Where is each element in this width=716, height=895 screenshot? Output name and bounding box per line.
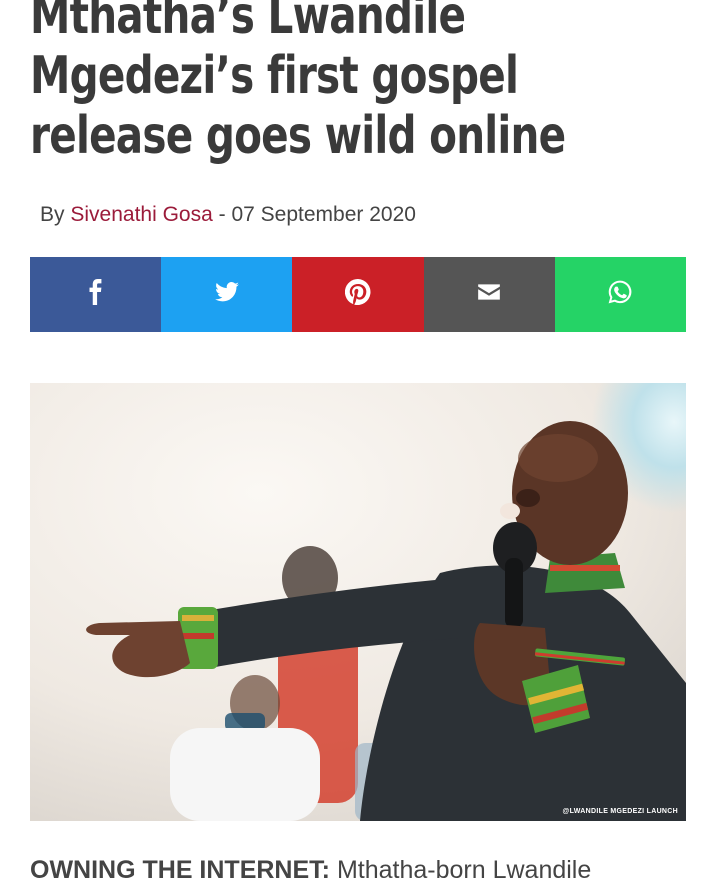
headline-line-1: Mthatha’s Lwandile: [30, 0, 466, 46]
author-link[interactable]: Sivenathi Gosa: [70, 203, 212, 226]
share-bar: [30, 257, 687, 332]
article-hero-image: @LWANDILE MGEDEZI LAUNCH: [30, 383, 686, 821]
twitter-icon: [214, 279, 240, 310]
article-lead: OWNING THE INTERNET: Mthatha-born Lwandi…: [30, 856, 591, 885]
whatsapp-icon: [607, 279, 633, 310]
facebook-icon: [83, 279, 109, 310]
byline: By Sivenathi Gosa - 07 September 2020: [40, 203, 416, 227]
hero-photo-illustration: [30, 383, 686, 821]
headline-line-2: Mgedezi’s first gospel: [30, 46, 519, 106]
share-twitter-button[interactable]: [161, 257, 293, 332]
byline-prefix: By: [40, 203, 65, 226]
share-whatsapp-button[interactable]: [554, 257, 687, 332]
pinterest-icon: [344, 278, 371, 310]
share-email-button[interactable]: [423, 257, 555, 332]
publish-date: 07 September 2020: [231, 203, 416, 226]
lead-kicker: OWNING THE INTERNET:: [30, 856, 330, 884]
photo-credit: @LWANDILE MGEDEZI LAUNCH: [562, 808, 678, 815]
article-headline: Mthatha’s Lwandile Mgedezi’s first gospe…: [30, 0, 701, 166]
email-icon: [476, 279, 502, 310]
share-facebook-button[interactable]: [30, 257, 162, 332]
headline-line-3: release goes wild online: [30, 106, 566, 166]
lead-text: Mthatha-born Lwandile: [330, 856, 592, 884]
share-pinterest-button[interactable]: [292, 257, 424, 332]
date-separator: -: [212, 203, 232, 226]
